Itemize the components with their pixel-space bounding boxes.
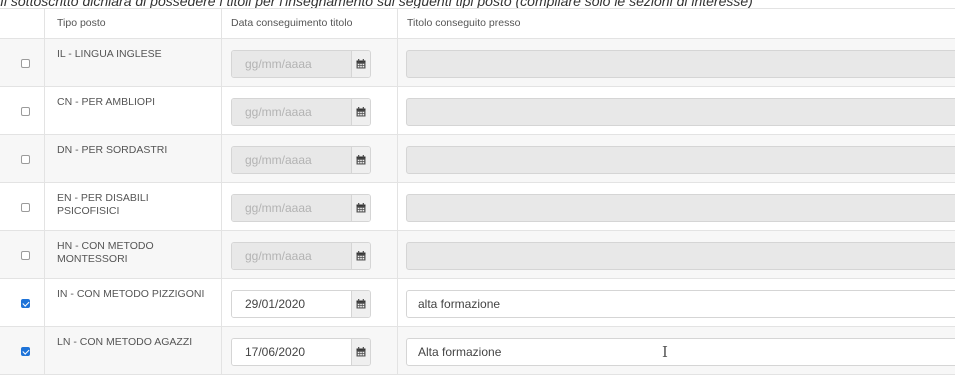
presso-cell xyxy=(398,327,955,374)
select-cell xyxy=(0,327,45,374)
date-cell xyxy=(222,183,398,230)
titolo-presso-input[interactable] xyxy=(406,146,955,174)
select-cell xyxy=(0,87,45,134)
row-checkbox[interactable] xyxy=(21,203,30,212)
titolo-presso-input[interactable] xyxy=(406,98,955,126)
header-data-conseguimento: Data conseguimento titolo xyxy=(222,9,398,38)
tipo-posto-label: IN - CON METODO PIZZIGONI xyxy=(45,279,222,326)
titolo-presso-input[interactable] xyxy=(406,338,955,366)
presso-cell xyxy=(398,87,955,134)
data-conseguimento-input[interactable] xyxy=(232,339,351,365)
tipo-posto-label: DN - PER SORDASTRI xyxy=(45,135,222,182)
table-row: DN - PER SORDASTRI xyxy=(0,135,955,183)
date-cell xyxy=(222,135,398,182)
row-checkbox[interactable] xyxy=(21,59,30,68)
select-cell xyxy=(0,231,45,278)
calendar-icon xyxy=(356,155,366,165)
date-picker xyxy=(231,146,371,174)
calendar-icon xyxy=(356,251,366,261)
date-picker xyxy=(231,98,371,126)
presso-cell xyxy=(398,183,955,230)
calendar-icon xyxy=(356,203,366,213)
presso-cell xyxy=(398,39,955,86)
select-cell xyxy=(0,135,45,182)
date-picker xyxy=(231,338,371,366)
data-conseguimento-input[interactable] xyxy=(232,291,351,317)
tipo-posto-label: CN - PER AMBLIOPI xyxy=(45,87,222,134)
select-cell xyxy=(0,39,45,86)
date-picker xyxy=(231,194,371,222)
date-picker xyxy=(231,50,371,78)
calendar-icon xyxy=(356,107,366,117)
calendar-button[interactable] xyxy=(351,195,370,221)
date-cell xyxy=(222,87,398,134)
calendar-icon xyxy=(356,59,366,69)
tipo-posto-label: IL - LINGUA INGLESE xyxy=(45,39,222,86)
data-conseguimento-input[interactable] xyxy=(232,147,351,173)
date-cell xyxy=(222,327,398,374)
calendar-button[interactable] xyxy=(351,291,370,317)
data-conseguimento-input[interactable] xyxy=(232,243,351,269)
calendar-button[interactable] xyxy=(351,339,370,365)
text-cursor-icon: I xyxy=(662,343,668,361)
tipo-posto-label: EN - PER DISABILI PSICOFISICI xyxy=(45,183,222,230)
header-checkbox-col xyxy=(0,9,45,38)
row-checkbox[interactable] xyxy=(21,347,30,356)
calendar-button[interactable] xyxy=(351,147,370,173)
calendar-button[interactable] xyxy=(351,99,370,125)
select-cell xyxy=(0,183,45,230)
table-row: IL - LINGUA INGLESE xyxy=(0,39,955,87)
data-conseguimento-input[interactable] xyxy=(232,51,351,77)
data-conseguimento-input[interactable] xyxy=(232,99,351,125)
table-row: CN - PER AMBLIOPI xyxy=(0,87,955,135)
titolo-presso-input[interactable] xyxy=(406,290,955,318)
titolo-presso-input[interactable] xyxy=(406,242,955,270)
date-cell xyxy=(222,39,398,86)
table-row: LN - CON METODO AGAZZI xyxy=(0,327,955,375)
calendar-icon xyxy=(356,347,366,357)
row-checkbox[interactable] xyxy=(21,107,30,116)
header-tipo-posto: Tipo posto xyxy=(45,9,222,38)
table-header-row: Tipo posto Data conseguimento titolo Tit… xyxy=(0,9,955,39)
calendar-button[interactable] xyxy=(351,243,370,269)
date-cell xyxy=(222,279,398,326)
calendar-button[interactable] xyxy=(351,51,370,77)
table-row: EN - PER DISABILI PSICOFISICI xyxy=(0,183,955,231)
presso-cell xyxy=(398,279,955,326)
row-checkbox[interactable] xyxy=(21,251,30,260)
titolo-presso-input[interactable] xyxy=(406,50,955,78)
row-checkbox[interactable] xyxy=(21,155,30,164)
table-row: HN - CON METODO MONTESSORI xyxy=(0,231,955,279)
tipo-posto-label: LN - CON METODO AGAZZI xyxy=(45,327,222,374)
tipi-posto-table: Tipo posto Data conseguimento titolo Tit… xyxy=(0,8,955,375)
header-titolo-presso: Titolo conseguito presso xyxy=(407,17,521,29)
date-picker xyxy=(231,242,371,270)
date-picker xyxy=(231,290,371,318)
select-cell xyxy=(0,279,45,326)
row-checkbox[interactable] xyxy=(21,299,30,308)
tipo-posto-label: HN - CON METODO MONTESSORI xyxy=(45,231,222,278)
data-conseguimento-input[interactable] xyxy=(232,195,351,221)
table-row: IN - CON METODO PIZZIGONI xyxy=(0,279,955,327)
presso-cell xyxy=(398,135,955,182)
date-cell xyxy=(222,231,398,278)
calendar-icon xyxy=(356,299,366,309)
titolo-presso-input[interactable] xyxy=(406,194,955,222)
presso-cell xyxy=(398,231,955,278)
